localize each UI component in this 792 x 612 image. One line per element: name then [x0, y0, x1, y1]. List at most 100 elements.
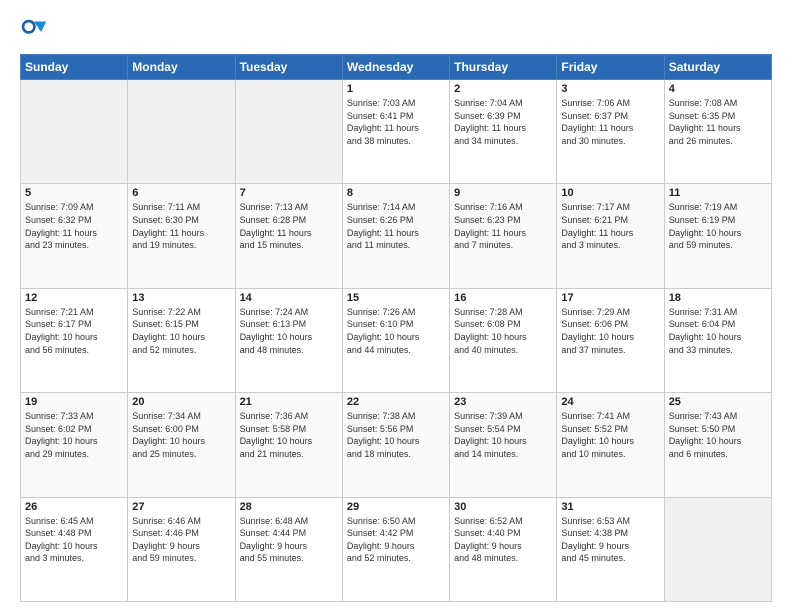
- logo: [20, 18, 52, 46]
- day-number: 21: [240, 396, 338, 408]
- day-cell-13: 13 Sunrise: 7:22 AM Sunset: 6:15 PM Dayli…: [128, 288, 235, 392]
- day-cell-10: 10 Sunrise: 7:17 AM Sunset: 6:21 PM Dayli…: [557, 184, 664, 288]
- weekday-header-wednesday: Wednesday: [342, 55, 449, 80]
- day-cell-11: 11 Sunrise: 7:19 AM Sunset: 6:19 PM Dayli…: [664, 184, 771, 288]
- day-info: Sunrise: 7:41 AM Sunset: 5:52 PM Dayligh…: [561, 410, 659, 460]
- weekday-header-tuesday: Tuesday: [235, 55, 342, 80]
- day-cell-7: 7Sunrise: 7:13 AM Sunset: 6:28 PM Daylig…: [235, 184, 342, 288]
- day-info: Sunrise: 7:36 AM Sunset: 5:58 PM Dayligh…: [240, 410, 338, 460]
- day-number: 30: [454, 501, 552, 513]
- day-info: Sunrise: 7:34 AM Sunset: 6:00 PM Dayligh…: [132, 410, 230, 460]
- day-number: 18: [669, 292, 767, 304]
- day-number: 29: [347, 501, 445, 513]
- calendar-table: SundayMondayTuesdayWednesdayThursdayFrid…: [20, 54, 772, 602]
- day-info: Sunrise: 7:16 AM Sunset: 6:23 PM Dayligh…: [454, 201, 552, 251]
- day-number: 31: [561, 501, 659, 513]
- day-info: Sunrise: 6:45 AM Sunset: 4:48 PM Dayligh…: [25, 515, 123, 565]
- header: [20, 18, 772, 46]
- day-number: 6: [132, 187, 230, 199]
- day-number: 13: [132, 292, 230, 304]
- empty-cell: [21, 80, 128, 184]
- day-number: 12: [25, 292, 123, 304]
- day-info: Sunrise: 6:46 AM Sunset: 4:46 PM Dayligh…: [132, 515, 230, 565]
- day-cell-27: 27 Sunrise: 6:46 AM Sunset: 4:46 PM Dayli…: [128, 497, 235, 601]
- weekday-header-sunday: Sunday: [21, 55, 128, 80]
- day-cell-17: 17Sunrise: 7:29 AM Sunset: 6:06 PM Dayli…: [557, 288, 664, 392]
- day-info: Sunrise: 7:04 AM Sunset: 6:39 PM Dayligh…: [454, 97, 552, 147]
- day-number: 15: [347, 292, 445, 304]
- day-info: Sunrise: 7:19 AM Sunset: 6:19 PM Dayligh…: [669, 201, 767, 251]
- day-number: 24: [561, 396, 659, 408]
- day-number: 28: [240, 501, 338, 513]
- day-cell-28: 28Sunrise: 6:48 AM Sunset: 4:44 PM Dayli…: [235, 497, 342, 601]
- day-cell-15: 15Sunrise: 7:26 AM Sunset: 6:10 PM Dayli…: [342, 288, 449, 392]
- day-cell-14: 14 Sunrise: 7:24 AM Sunset: 6:13 PM Dayli…: [235, 288, 342, 392]
- week-row-1: 1 Sunrise: 7:03 AM Sunset: 6:41 PM Daylig…: [21, 80, 772, 184]
- day-info: Sunrise: 7:39 AM Sunset: 5:54 PM Dayligh…: [454, 410, 552, 460]
- day-number: 23: [454, 396, 552, 408]
- day-number: 14: [240, 292, 338, 304]
- day-info: Sunrise: 7:29 AM Sunset: 6:06 PM Dayligh…: [561, 306, 659, 356]
- week-row-5: 26 Sunrise: 6:45 AM Sunset: 4:48 PM Dayli…: [21, 497, 772, 601]
- day-cell-4: 4 Sunrise: 7:08 AM Sunset: 6:35 PM Daylig…: [664, 80, 771, 184]
- day-info: Sunrise: 7:31 AM Sunset: 6:04 PM Dayligh…: [669, 306, 767, 356]
- week-row-4: 19 Sunrise: 7:33 AM Sunset: 6:02 PM Dayli…: [21, 393, 772, 497]
- day-cell-3: 3 Sunrise: 7:06 AM Sunset: 6:37 PM Daylig…: [557, 80, 664, 184]
- day-info: Sunrise: 7:24 AM Sunset: 6:13 PM Dayligh…: [240, 306, 338, 356]
- day-number: 3: [561, 83, 659, 95]
- weekday-header-thursday: Thursday: [450, 55, 557, 80]
- day-cell-29: 29 Sunrise: 6:50 AM Sunset: 4:42 PM Dayli…: [342, 497, 449, 601]
- day-cell-2: 2 Sunrise: 7:04 AM Sunset: 6:39 PM Daylig…: [450, 80, 557, 184]
- day-cell-20: 20Sunrise: 7:34 AM Sunset: 6:00 PM Dayli…: [128, 393, 235, 497]
- day-cell-8: 8 Sunrise: 7:14 AM Sunset: 6:26 PM Daylig…: [342, 184, 449, 288]
- day-number: 8: [347, 187, 445, 199]
- day-cell-19: 19 Sunrise: 7:33 AM Sunset: 6:02 PM Dayli…: [21, 393, 128, 497]
- day-cell-1: 1 Sunrise: 7:03 AM Sunset: 6:41 PM Daylig…: [342, 80, 449, 184]
- day-number: 2: [454, 83, 552, 95]
- empty-cell: [128, 80, 235, 184]
- day-info: Sunrise: 7:06 AM Sunset: 6:37 PM Dayligh…: [561, 97, 659, 147]
- day-number: 11: [669, 187, 767, 199]
- logo-icon: [20, 18, 48, 46]
- day-cell-24: 24 Sunrise: 7:41 AM Sunset: 5:52 PM Dayli…: [557, 393, 664, 497]
- day-number: 22: [347, 396, 445, 408]
- day-info: Sunrise: 7:33 AM Sunset: 6:02 PM Dayligh…: [25, 410, 123, 460]
- day-info: Sunrise: 7:14 AM Sunset: 6:26 PM Dayligh…: [347, 201, 445, 251]
- day-cell-6: 6 Sunrise: 7:11 AM Sunset: 6:30 PM Daylig…: [128, 184, 235, 288]
- day-cell-9: 9 Sunrise: 7:16 AM Sunset: 6:23 PM Daylig…: [450, 184, 557, 288]
- day-number: 10: [561, 187, 659, 199]
- day-number: 27: [132, 501, 230, 513]
- day-info: Sunrise: 7:09 AM Sunset: 6:32 PM Dayligh…: [25, 201, 123, 251]
- day-info: Sunrise: 7:03 AM Sunset: 6:41 PM Dayligh…: [347, 97, 445, 147]
- day-cell-23: 23 Sunrise: 7:39 AM Sunset: 5:54 PM Dayli…: [450, 393, 557, 497]
- day-cell-31: 31 Sunrise: 6:53 AM Sunset: 4:38 PM Dayli…: [557, 497, 664, 601]
- day-number: 26: [25, 501, 123, 513]
- day-number: 25: [669, 396, 767, 408]
- day-info: Sunrise: 7:17 AM Sunset: 6:21 PM Dayligh…: [561, 201, 659, 251]
- day-cell-18: 18 Sunrise: 7:31 AM Sunset: 6:04 PM Dayli…: [664, 288, 771, 392]
- day-info: Sunrise: 7:28 AM Sunset: 6:08 PM Dayligh…: [454, 306, 552, 356]
- day-cell-21: 21 Sunrise: 7:36 AM Sunset: 5:58 PM Dayli…: [235, 393, 342, 497]
- weekday-header-saturday: Saturday: [664, 55, 771, 80]
- day-info: Sunrise: 6:50 AM Sunset: 4:42 PM Dayligh…: [347, 515, 445, 565]
- day-info: Sunrise: 7:43 AM Sunset: 5:50 PM Dayligh…: [669, 410, 767, 460]
- day-number: 19: [25, 396, 123, 408]
- day-number: 9: [454, 187, 552, 199]
- empty-cell: [235, 80, 342, 184]
- day-info: Sunrise: 7:22 AM Sunset: 6:15 PM Dayligh…: [132, 306, 230, 356]
- day-info: Sunrise: 7:11 AM Sunset: 6:30 PM Dayligh…: [132, 201, 230, 251]
- page: SundayMondayTuesdayWednesdayThursdayFrid…: [0, 0, 792, 612]
- day-number: 1: [347, 83, 445, 95]
- day-number: 4: [669, 83, 767, 95]
- day-number: 16: [454, 292, 552, 304]
- week-row-2: 5Sunrise: 7:09 AM Sunset: 6:32 PM Daylig…: [21, 184, 772, 288]
- weekday-header-friday: Friday: [557, 55, 664, 80]
- day-info: Sunrise: 7:21 AM Sunset: 6:17 PM Dayligh…: [25, 306, 123, 356]
- day-cell-12: 12 Sunrise: 7:21 AM Sunset: 6:17 PM Dayli…: [21, 288, 128, 392]
- weekday-header-row: SundayMondayTuesdayWednesdayThursdayFrid…: [21, 55, 772, 80]
- empty-cell: [664, 497, 771, 601]
- day-cell-30: 30Sunrise: 6:52 AM Sunset: 4:40 PM Dayli…: [450, 497, 557, 601]
- day-info: Sunrise: 6:53 AM Sunset: 4:38 PM Dayligh…: [561, 515, 659, 565]
- day-info: Sunrise: 7:08 AM Sunset: 6:35 PM Dayligh…: [669, 97, 767, 147]
- day-cell-5: 5Sunrise: 7:09 AM Sunset: 6:32 PM Daylig…: [21, 184, 128, 288]
